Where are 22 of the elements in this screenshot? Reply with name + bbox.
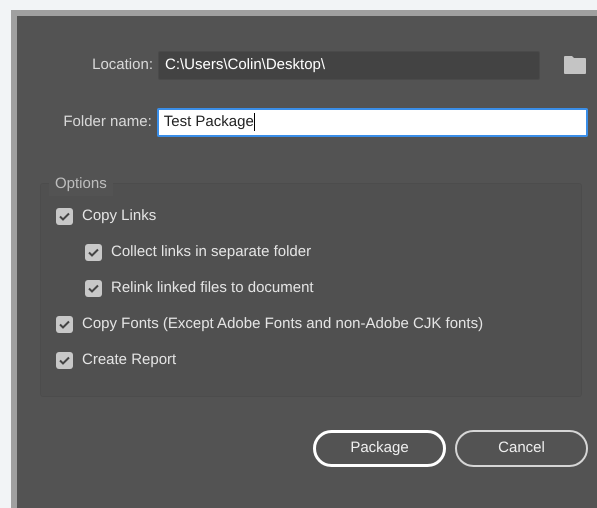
location-label: Location: xyxy=(91,54,154,75)
checkbox[interactable] xyxy=(56,352,73,368)
dialog-button[interactable]: Package xyxy=(313,430,446,467)
checkbox[interactable] xyxy=(56,208,73,224)
folder-name-field[interactable]: Test Package xyxy=(156,108,588,136)
checkmark-icon xyxy=(59,320,70,328)
checkbox[interactable] xyxy=(85,280,102,296)
option-label: Collect links in separate folder xyxy=(111,242,312,262)
location-field[interactable]: C:\Users\Colin\Desktop\ xyxy=(158,50,540,80)
folder-name-label: Folder name: xyxy=(62,112,153,132)
option-label: Copy Fonts (Except Adobe Fonts and non-Adobe CJK fonts) xyxy=(82,314,484,334)
checkmark-icon xyxy=(59,212,70,220)
option-label: Relink linked files to document xyxy=(111,278,314,298)
checkmark-icon xyxy=(88,284,99,292)
option-label: Copy Links xyxy=(82,206,156,226)
checkmark-icon xyxy=(59,356,70,364)
dialog-button[interactable]: Cancel xyxy=(455,430,588,467)
checkbox[interactable] xyxy=(56,316,73,332)
option-label: Create Report xyxy=(82,350,176,370)
checkbox[interactable] xyxy=(85,244,102,260)
checkmark-icon xyxy=(88,248,99,256)
folder-icon[interactable] xyxy=(563,55,587,75)
